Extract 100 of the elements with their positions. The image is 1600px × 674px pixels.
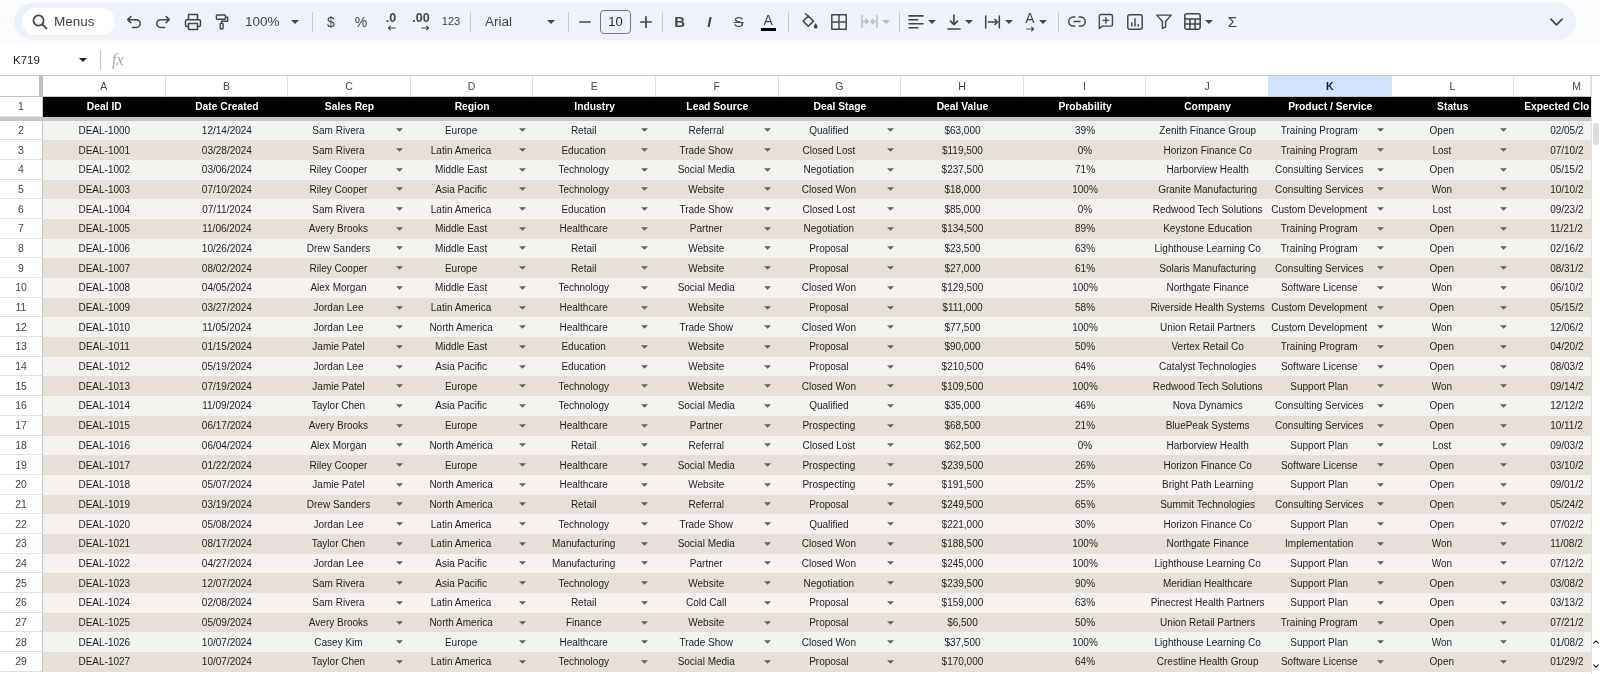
row-number[interactable]: 3: [0, 140, 43, 160]
dropdown-cell[interactable]: Asia Pacific: [410, 573, 534, 593]
dropdown-cell[interactable]: Custom Development: [1268, 317, 1392, 338]
row-number[interactable]: 16: [0, 396, 43, 416]
row-number[interactable]: 26: [0, 593, 43, 613]
column-letter[interactable]: A: [43, 76, 166, 97]
dropdown-cell[interactable]: Asia Pacific: [410, 396, 534, 416]
dropdown-cell[interactable]: Custom Development: [1268, 199, 1392, 219]
column-letter[interactable]: D: [410, 76, 534, 97]
dropdown-cell[interactable]: Avery Brooks: [288, 415, 411, 436]
dropdown-cell[interactable]: Prospecting: [778, 455, 902, 475]
dropdown-cell[interactable]: Healthcare: [533, 218, 656, 239]
dropdown-cell[interactable]: Social Media: [655, 652, 779, 672]
dropdown-cell[interactable]: Avery Brooks: [288, 612, 411, 633]
dropdown-cell[interactable]: Open: [1391, 573, 1515, 593]
dropdown-cell[interactable]: Open: [1391, 258, 1515, 278]
dropdown-cell[interactable]: Closed Lost: [778, 140, 902, 160]
dropdown-cell[interactable]: Riley Cooper: [288, 455, 411, 475]
row-number[interactable]: 11: [0, 297, 43, 318]
dropdown-cell[interactable]: Healthcare: [533, 455, 656, 475]
dropdown-cell[interactable]: Won: [1391, 278, 1515, 298]
dropdown-cell[interactable]: Alex Morgan: [288, 435, 411, 456]
row-number[interactable]: 24: [0, 553, 43, 574]
dropdown-cell[interactable]: Europe: [410, 455, 534, 475]
row-number[interactable]: 6: [0, 199, 43, 219]
dropdown-cell[interactable]: Riley Cooper: [288, 159, 411, 180]
dropdown-cell[interactable]: Trade Show: [655, 514, 779, 534]
dropdown-cell[interactable]: Sam Rivera: [288, 573, 411, 593]
format-button[interactable]: %: [346, 7, 376, 36]
dropdown-cell[interactable]: Education: [533, 140, 656, 160]
dropdown-cell[interactable]: Education: [533, 199, 656, 219]
column-letter[interactable]: M: [1514, 76, 1591, 97]
row-number[interactable]: 1: [0, 97, 43, 117]
row-number[interactable]: 17: [0, 415, 43, 436]
bold-button[interactable]: B: [665, 7, 695, 36]
dropdown-cell[interactable]: Support Plan: [1268, 376, 1392, 397]
row-number[interactable]: 4: [0, 159, 43, 180]
dropdown-cell[interactable]: Education: [533, 337, 656, 357]
zoom-dropdown[interactable]: 100%: [237, 7, 305, 36]
dropdown-cell[interactable]: Cold Call: [655, 593, 779, 613]
dropdown-cell[interactable]: Retail: [533, 494, 656, 515]
row-number[interactable]: 9: [0, 258, 43, 278]
dropdown-cell[interactable]: Technology: [533, 179, 656, 200]
dropdown-cell[interactable]: Website: [655, 376, 779, 397]
dropdown-cell[interactable]: Proposal: [778, 337, 902, 357]
dropdown-cell[interactable]: Technology: [533, 514, 656, 534]
dropdown-cell[interactable]: Proposal: [778, 258, 902, 278]
dropdown-cell[interactable]: Education: [533, 356, 656, 377]
dropdown-cell[interactable]: Website: [655, 258, 779, 278]
row-number[interactable]: 28: [0, 632, 43, 653]
dropdown-cell[interactable]: Support Plan: [1268, 593, 1392, 613]
dropdown-cell[interactable]: Software License: [1268, 652, 1392, 672]
dropdown-cell[interactable]: Finance: [533, 612, 656, 633]
dropdown-cell[interactable]: Trade Show: [655, 632, 779, 653]
dropdown-cell[interactable]: Jamie Patel: [288, 376, 411, 397]
font-size-field[interactable]: 10: [600, 9, 631, 34]
dropdown-cell[interactable]: Technology: [533, 652, 656, 672]
dropdown-cell[interactable]: Retail: [533, 238, 656, 259]
dropdown-cell[interactable]: Europe: [410, 376, 534, 397]
scrollbar-thumb[interactable]: [1593, 123, 1599, 145]
column-letter[interactable]: J: [1146, 76, 1269, 97]
dropdown-cell[interactable]: Website: [655, 573, 779, 593]
dropdown-cell[interactable]: Middle East: [410, 278, 534, 298]
dropdown-cell[interactable]: Jordan Lee: [288, 356, 411, 377]
dropdown-cell[interactable]: Open: [1391, 514, 1515, 534]
dropdown-cell[interactable]: Proposal: [778, 652, 902, 672]
dropdown-cell[interactable]: Consulting Services: [1268, 258, 1392, 278]
dropdown-cell[interactable]: Qualified: [778, 514, 902, 534]
dropdown-cell[interactable]: Retail: [533, 258, 656, 278]
dropdown-cell[interactable]: Closed Lost: [778, 199, 902, 219]
dropdown-cell[interactable]: Europe: [410, 258, 534, 278]
dropdown-cell[interactable]: Healthcare: [533, 297, 656, 318]
scroll-up-icon[interactable]: [1593, 640, 1599, 644]
dropdown-cell[interactable]: Lost: [1391, 199, 1515, 219]
dropdown-cell[interactable]: Latin America: [410, 199, 534, 219]
dropdown-cell[interactable]: Jordan Lee: [288, 317, 411, 338]
row-number[interactable]: 7: [0, 218, 43, 239]
dropdown-cell[interactable]: Trade Show: [655, 140, 779, 160]
dropdown-cell[interactable]: Training Program: [1268, 337, 1392, 357]
dropdown-cell[interactable]: Training Program: [1268, 140, 1392, 160]
dropdown-cell[interactable]: Technology: [533, 159, 656, 180]
dropdown-cell[interactable]: Trade Show: [655, 199, 779, 219]
dropdown-cell[interactable]: Retail: [533, 435, 656, 456]
decrease-decimal-button[interactable]: .0: [376, 7, 406, 36]
dropdown-cell[interactable]: Riley Cooper: [288, 258, 411, 278]
column-letter[interactable]: B: [165, 76, 289, 97]
dropdown-cell[interactable]: Retail: [533, 120, 656, 141]
dropdown-cell[interactable]: Healthcare: [533, 474, 656, 495]
row-number[interactable]: 22: [0, 514, 43, 534]
row-number[interactable]: 18: [0, 435, 43, 456]
dropdown-cell[interactable]: Sam Rivera: [288, 140, 411, 160]
text-rotation-button[interactable]: A: [1017, 7, 1055, 36]
dropdown-cell[interactable]: Open: [1391, 455, 1515, 475]
row-number[interactable]: 27: [0, 612, 43, 633]
dropdown-cell[interactable]: Won: [1391, 632, 1515, 653]
italic-button[interactable]: I: [694, 7, 724, 36]
column-letter[interactable]: I: [1023, 76, 1147, 97]
dropdown-cell[interactable]: Healthcare: [533, 317, 656, 338]
dropdown-cell[interactable]: North America: [410, 317, 534, 338]
dropdown-cell[interactable]: Sam Rivera: [288, 120, 411, 141]
